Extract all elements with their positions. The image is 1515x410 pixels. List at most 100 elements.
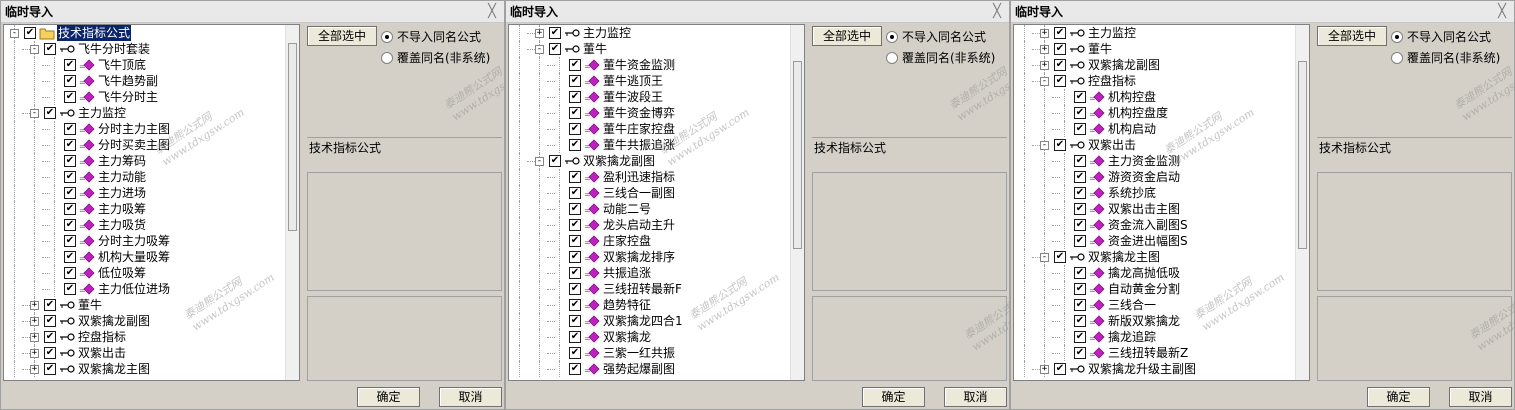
checkbox[interactable]: ✔ <box>1054 363 1066 375</box>
tree-row[interactable]: ✔ = 低位吸筹 <box>4 265 284 281</box>
expand-icon[interactable]: + <box>30 317 39 326</box>
tree-row[interactable]: - ✔ 飞牛分时套装 <box>4 41 284 57</box>
tree-row[interactable]: ✔ = 游资资金启动 <box>1014 169 1294 185</box>
collapse-icon[interactable]: - <box>535 45 544 54</box>
checkbox[interactable]: ✔ <box>569 331 581 343</box>
tree-row[interactable]: + ✔ 主力监控 <box>1014 25 1294 41</box>
tree-row[interactable]: ✔ = 双紫出击主图 <box>1014 201 1294 217</box>
checkbox[interactable]: ✔ <box>569 235 581 247</box>
collapse-icon[interactable]: - <box>1040 141 1049 150</box>
checkbox[interactable]: ✔ <box>569 347 581 359</box>
checkbox[interactable]: ✔ <box>64 283 76 295</box>
checkbox[interactable]: ✔ <box>569 123 581 135</box>
close-icon[interactable]: ╳ <box>989 4 1005 20</box>
tree-row[interactable]: ✔ = 分时买卖主图 <box>4 137 284 153</box>
tree-row[interactable]: ✔ = 系统抄底 <box>1014 185 1294 201</box>
tree-row[interactable]: ✔ = 机构启动 <box>1014 121 1294 137</box>
checkbox[interactable]: ✔ <box>64 75 76 87</box>
checkbox[interactable]: ✔ <box>44 347 56 359</box>
scrollbar-thumb[interactable] <box>288 42 297 231</box>
checkbox[interactable]: ✔ <box>569 91 581 103</box>
tree-row[interactable]: + ✔ 主力监控 <box>509 25 789 41</box>
expand-icon[interactable]: + <box>535 29 544 38</box>
checkbox[interactable]: ✔ <box>64 155 76 167</box>
tree-row[interactable]: ✔ = 盈利迅速指标 <box>509 169 789 185</box>
checkbox[interactable]: ✔ <box>64 203 76 215</box>
tree-row[interactable]: ✔ = 新版双紫擒龙 <box>1014 313 1294 329</box>
expand-icon[interactable]: + <box>1040 45 1049 54</box>
tree-row[interactable]: ✔ = 庄家控盘 <box>509 233 789 249</box>
checkbox[interactable]: ✔ <box>1074 91 1086 103</box>
tree-row[interactable]: ✔ = 飞牛顶底 <box>4 57 284 73</box>
radio-circle[interactable] <box>381 30 393 43</box>
tree-row[interactable]: + ✔ 董牛 <box>4 297 284 313</box>
checkbox[interactable]: ✔ <box>1074 331 1086 343</box>
checkbox[interactable]: ✔ <box>44 315 56 327</box>
tree-row[interactable]: ✔ = 董牛波段王 <box>509 89 789 105</box>
checkbox[interactable]: ✔ <box>44 43 56 55</box>
checkbox[interactable]: ✔ <box>64 251 76 263</box>
tree-row[interactable]: + ✔ 董牛 <box>1014 41 1294 57</box>
select-all-button[interactable]: 全部选中 <box>1317 26 1387 46</box>
tree-row[interactable]: - ✔ 双紫出击 <box>1014 137 1294 153</box>
tree-row[interactable]: + ✔ 双紫出击 <box>4 345 284 361</box>
tree-row[interactable]: ✔ = 董牛庄家控盘 <box>509 121 789 137</box>
checkbox[interactable]: ✔ <box>549 155 561 167</box>
tree-row[interactable]: ✔ = 分时主力吸筹 <box>4 233 284 249</box>
tree-row[interactable]: ✔ = 飞牛趋势副 <box>4 73 284 89</box>
tree-row[interactable]: ✔ = 主力动能 <box>4 169 284 185</box>
checkbox[interactable]: ✔ <box>64 91 76 103</box>
checkbox[interactable]: ✔ <box>1054 27 1066 39</box>
tree-row[interactable]: - ✔ 技术指标公式 <box>4 25 284 41</box>
checkbox[interactable]: ✔ <box>1074 123 1086 135</box>
checkbox[interactable]: ✔ <box>1054 59 1066 71</box>
tree-row[interactable]: ✔ = 董牛资金博弈 <box>509 105 789 121</box>
tree-row[interactable]: + ✔ 双紫擒龙升级主副图 <box>1014 361 1294 377</box>
tree-row[interactable]: ✔ = 主力资金监测 <box>1014 153 1294 169</box>
checkbox[interactable]: ✔ <box>1074 315 1086 327</box>
expand-icon[interactable]: + <box>30 301 39 310</box>
checkbox[interactable]: ✔ <box>569 107 581 119</box>
tree-row[interactable]: ✔ = 资金进出幅图S <box>1014 233 1294 249</box>
tree-row[interactable]: ✔ = 飞牛分时主 <box>4 89 284 105</box>
tree-row[interactable]: ✔ = 董牛共振追涨 <box>509 137 789 153</box>
expand-icon[interactable]: + <box>30 365 39 374</box>
cancel-button[interactable]: 取消 <box>1449 387 1512 407</box>
checkbox[interactable]: ✔ <box>44 363 56 375</box>
tree-row[interactable]: - ✔ 主力监控 <box>4 105 284 121</box>
checkbox[interactable]: ✔ <box>44 107 56 119</box>
tree-row[interactable]: - ✔ 双紫擒龙副图 <box>509 153 789 169</box>
checkbox[interactable]: ✔ <box>569 171 581 183</box>
tree-row[interactable]: ✔ = 三线扭转最新F <box>509 281 789 297</box>
tree-row[interactable]: ✔ = 机构控盘度 <box>1014 105 1294 121</box>
tree-row[interactable]: ✔ = 三线扭转最新Z <box>1014 345 1294 361</box>
checkbox[interactable]: ✔ <box>1054 251 1066 263</box>
checkbox[interactable]: ✔ <box>64 171 76 183</box>
tree-row[interactable]: ✔ = 三紫一红共振 <box>509 345 789 361</box>
checkbox[interactable]: ✔ <box>569 203 581 215</box>
tree-row[interactable]: ✔ = 共振追涨 <box>509 265 789 281</box>
radio-skip-duplicate[interactable]: 不导入同名公式 <box>381 28 481 45</box>
checkbox[interactable]: ✔ <box>64 123 76 135</box>
checkbox[interactable]: ✔ <box>549 43 561 55</box>
tree-row[interactable]: - ✔ 控盘指标 <box>1014 73 1294 89</box>
select-all-button[interactable]: 全部选中 <box>812 26 882 46</box>
checkbox[interactable]: ✔ <box>569 187 581 199</box>
checkbox[interactable]: ✔ <box>1074 267 1086 279</box>
tree-row[interactable]: ✔ = 趋势特征 <box>509 297 789 313</box>
formula-tree[interactable]: - ✔ 技术指标公式 - ✔ 飞牛分时套装 ✔ = 飞牛顶底 ✔ = 飞牛趋势副 ✔ = 飞牛分时主 - ✔ 主力… <box>3 24 300 381</box>
expand-icon[interactable]: + <box>1040 29 1049 38</box>
checkbox[interactable]: ✔ <box>64 219 76 231</box>
collapse-icon[interactable]: - <box>10 29 19 38</box>
radio-skip-duplicate[interactable]: 不导入同名公式 <box>1391 28 1491 45</box>
tree-row[interactable]: + ✔ 双紫擒龙主图 <box>4 361 284 377</box>
expand-icon[interactable]: + <box>30 333 39 342</box>
checkbox[interactable]: ✔ <box>569 267 581 279</box>
cancel-button[interactable]: 取消 <box>439 387 502 407</box>
checkbox[interactable]: ✔ <box>569 315 581 327</box>
tree-row[interactable]: ✔ = 双紫擒龙 <box>509 329 789 345</box>
vertical-scrollbar[interactable] <box>790 25 804 380</box>
checkbox[interactable]: ✔ <box>569 219 581 231</box>
checkbox[interactable]: ✔ <box>1054 139 1066 151</box>
radio-circle[interactable] <box>1391 30 1403 43</box>
